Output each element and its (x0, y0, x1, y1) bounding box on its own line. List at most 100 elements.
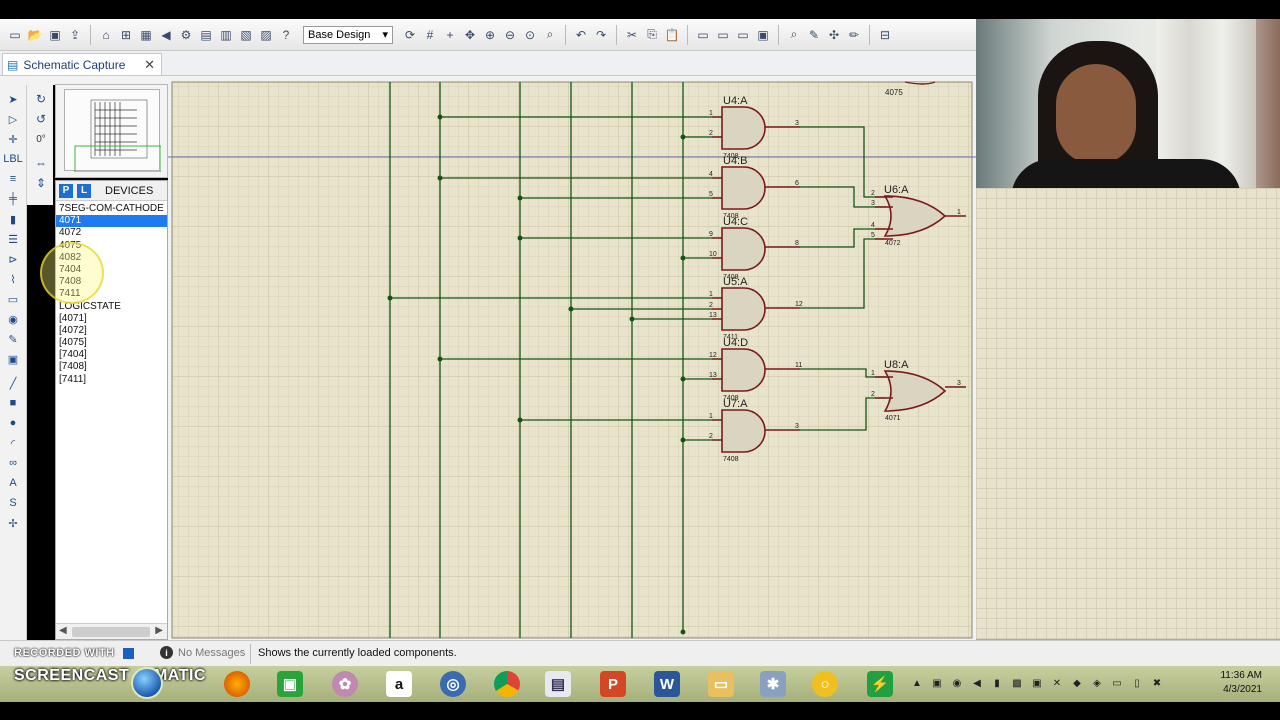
device-list-item[interactable]: 4072 (56, 227, 167, 239)
device-list-item[interactable]: [7408] (56, 361, 167, 373)
taskbar-proteus[interactable]: ✱ (748, 668, 798, 700)
taskbar-explorer[interactable]: ▭ (696, 668, 746, 700)
block-copy-icon[interactable]: ▭ (694, 26, 712, 44)
graph-icon[interactable]: ⌇ (4, 271, 22, 287)
make-device-icon[interactable]: ✎ (805, 26, 823, 44)
tape-recorder-icon[interactable]: ▭ (4, 291, 22, 307)
scroll-right-icon[interactable]: ▶ (155, 625, 163, 636)
taskbar-security[interactable]: ⚡ (855, 668, 905, 700)
taskbar-chrome[interactable] (482, 668, 532, 700)
tray-green-icon[interactable]: ▩ (1010, 676, 1024, 690)
package-icon[interactable]: ✣ (825, 26, 843, 44)
line-icon[interactable]: ╱ (4, 375, 22, 391)
help-icon[interactable]: ? (277, 26, 295, 44)
decompose-icon[interactable]: ✏ (845, 26, 863, 44)
pick-devices-button[interactable]: P (59, 183, 73, 198)
generator-icon[interactable]: ◉ (4, 311, 22, 327)
tray-orange-icon[interactable]: ◆ (1070, 676, 1084, 690)
mirror-x-icon[interactable]: ⇔ (32, 155, 50, 171)
taskbar-powerpoint[interactable]: P (588, 668, 638, 700)
start-button[interactable] (131, 667, 163, 699)
mirror-y-icon[interactable]: ⇕ (32, 175, 50, 191)
taskbar-amazon[interactable]: a (374, 668, 424, 700)
buses-icon[interactable]: ╪ (4, 191, 22, 207)
box-icon[interactable]: ■ (4, 395, 22, 411)
volume-icon[interactable]: ◀ (970, 676, 984, 690)
scroll-left-icon[interactable]: ◀ (59, 625, 67, 636)
wire-label-icon[interactable]: LBL (3, 151, 23, 167)
refresh-icon[interactable]: ⟳ (401, 26, 419, 44)
grid-icon[interactable]: # (421, 26, 439, 44)
block-delete-icon[interactable]: ▣ (754, 26, 772, 44)
tray-up-icon[interactable]: ▲ (910, 676, 924, 690)
close-icon[interactable]: ✕ (144, 57, 155, 73)
tray-shield-icon[interactable]: ◈ (1090, 676, 1104, 690)
selection-mode-icon[interactable]: ➤ (4, 91, 22, 107)
path-icon[interactable]: ∞ (4, 455, 22, 471)
taskbar-recorder[interactable]: ○ (800, 668, 850, 700)
pan-icon[interactable]: ✥ (461, 26, 479, 44)
rotation-angle[interactable]: 0° (32, 131, 50, 147)
paste-icon[interactable]: 📋 (663, 26, 681, 44)
new-icon[interactable]: ▭ (6, 26, 24, 44)
cut-icon[interactable]: ✂ (623, 26, 641, 44)
tray-blue-icon[interactable]: ▣ (1030, 676, 1044, 690)
stop-simulation-icon[interactable] (123, 648, 134, 659)
block-move-icon[interactable]: ▭ (714, 26, 732, 44)
pick-device-icon[interactable]: ⌕ (785, 26, 803, 44)
tab-schematic-capture[interactable]: ▤ Schematic Capture ✕ (2, 53, 162, 75)
gerber-icon[interactable]: ▥ (217, 26, 235, 44)
zoom-area-icon[interactable]: ⌕ (541, 26, 559, 44)
system-clock[interactable]: 11:36 AM 4/3/2021 (1220, 669, 1262, 697)
junction-dot-icon[interactable]: ✛ (4, 131, 22, 147)
tray-lock-icon[interactable]: ▯ (1130, 676, 1144, 690)
virtual-instruments-icon[interactable]: ▣ (4, 351, 22, 367)
home-icon[interactable]: ⌂ (97, 26, 115, 44)
taskbar-paint[interactable]: ✿ (320, 668, 370, 700)
redo-icon[interactable]: ↷ (592, 26, 610, 44)
device-list-item[interactable]: 7SEG-COM-CATHODE (56, 203, 167, 215)
voltage-probe-icon[interactable]: ✎ (4, 331, 22, 347)
copy-icon[interactable]: ⎘ (643, 26, 661, 44)
text-icon[interactable]: A (4, 475, 22, 491)
scrollbar-thumb[interactable] (72, 627, 150, 637)
network-icon[interactable]: ▮ (990, 676, 1004, 690)
zoom-out-icon[interactable]: ⊖ (501, 26, 519, 44)
origin-icon[interactable]: + (441, 26, 459, 44)
circle-icon[interactable]: ● (4, 415, 22, 431)
taskbar-store[interactable]: ▣ (265, 668, 315, 700)
arc-icon[interactable]: ◜ (4, 435, 22, 451)
device-list-item[interactable]: [4072] (56, 325, 167, 337)
text-script-icon[interactable]: ≡ (4, 171, 22, 187)
device-pins-icon[interactable]: ⊳ (4, 251, 22, 267)
tray-x-icon[interactable]: ✕ (1050, 676, 1064, 690)
symbol-icon[interactable]: S (4, 495, 22, 511)
marker-icon[interactable]: ✢ (4, 515, 22, 531)
message-count[interactable]: No Messages (178, 647, 245, 659)
zoom-all-icon[interactable]: ⊙ (521, 26, 539, 44)
schematic-drawing[interactable]: 4075 123U4:A7408456U4:B74089108U4:C74081… (168, 76, 976, 640)
simulate-icon[interactable]: ⚙ (177, 26, 195, 44)
schematic-icon[interactable]: ⊞ (117, 26, 135, 44)
device-list-item[interactable]: [4075] (56, 337, 167, 349)
import-icon[interactable]: ⇪ (66, 26, 84, 44)
taskbar-files[interactable]: ▤ (533, 668, 583, 700)
block-rotate-icon[interactable]: ▭ (734, 26, 752, 44)
device-list-item[interactable]: [7404] (56, 349, 167, 361)
taskbar-app[interactable]: ◎ (428, 668, 478, 700)
open-icon[interactable]: 📂 (26, 26, 44, 44)
tray-close-icon[interactable]: ✖ (1150, 676, 1164, 690)
terminals-icon[interactable]: ☰ (4, 231, 22, 247)
chip-icon[interactable]: ▦ (137, 26, 155, 44)
design-select[interactable]: Base Design ▾ (303, 25, 393, 44)
zoom-in-icon[interactable]: ⊕ (481, 26, 499, 44)
devices-horizontal-scrollbar[interactable]: ◀ ▶ (56, 623, 167, 639)
rotate-clockwise-icon[interactable]: ↻ (32, 91, 50, 107)
taskbar-firefox[interactable] (212, 668, 262, 700)
tray-app-icon[interactable]: ▣ (930, 676, 944, 690)
device-list-item[interactable]: [7411] (56, 374, 167, 386)
tray-game-icon[interactable]: ◉ (950, 676, 964, 690)
taskbar-word[interactable]: W (642, 668, 692, 700)
schematic-canvas[interactable]: 4075 1 2 3 U4:A 7408 4 5 6 U4:B 7408 9 10 8 U4:C 7408 1… (168, 76, 976, 640)
back-icon[interactable]: ◀ (157, 26, 175, 44)
